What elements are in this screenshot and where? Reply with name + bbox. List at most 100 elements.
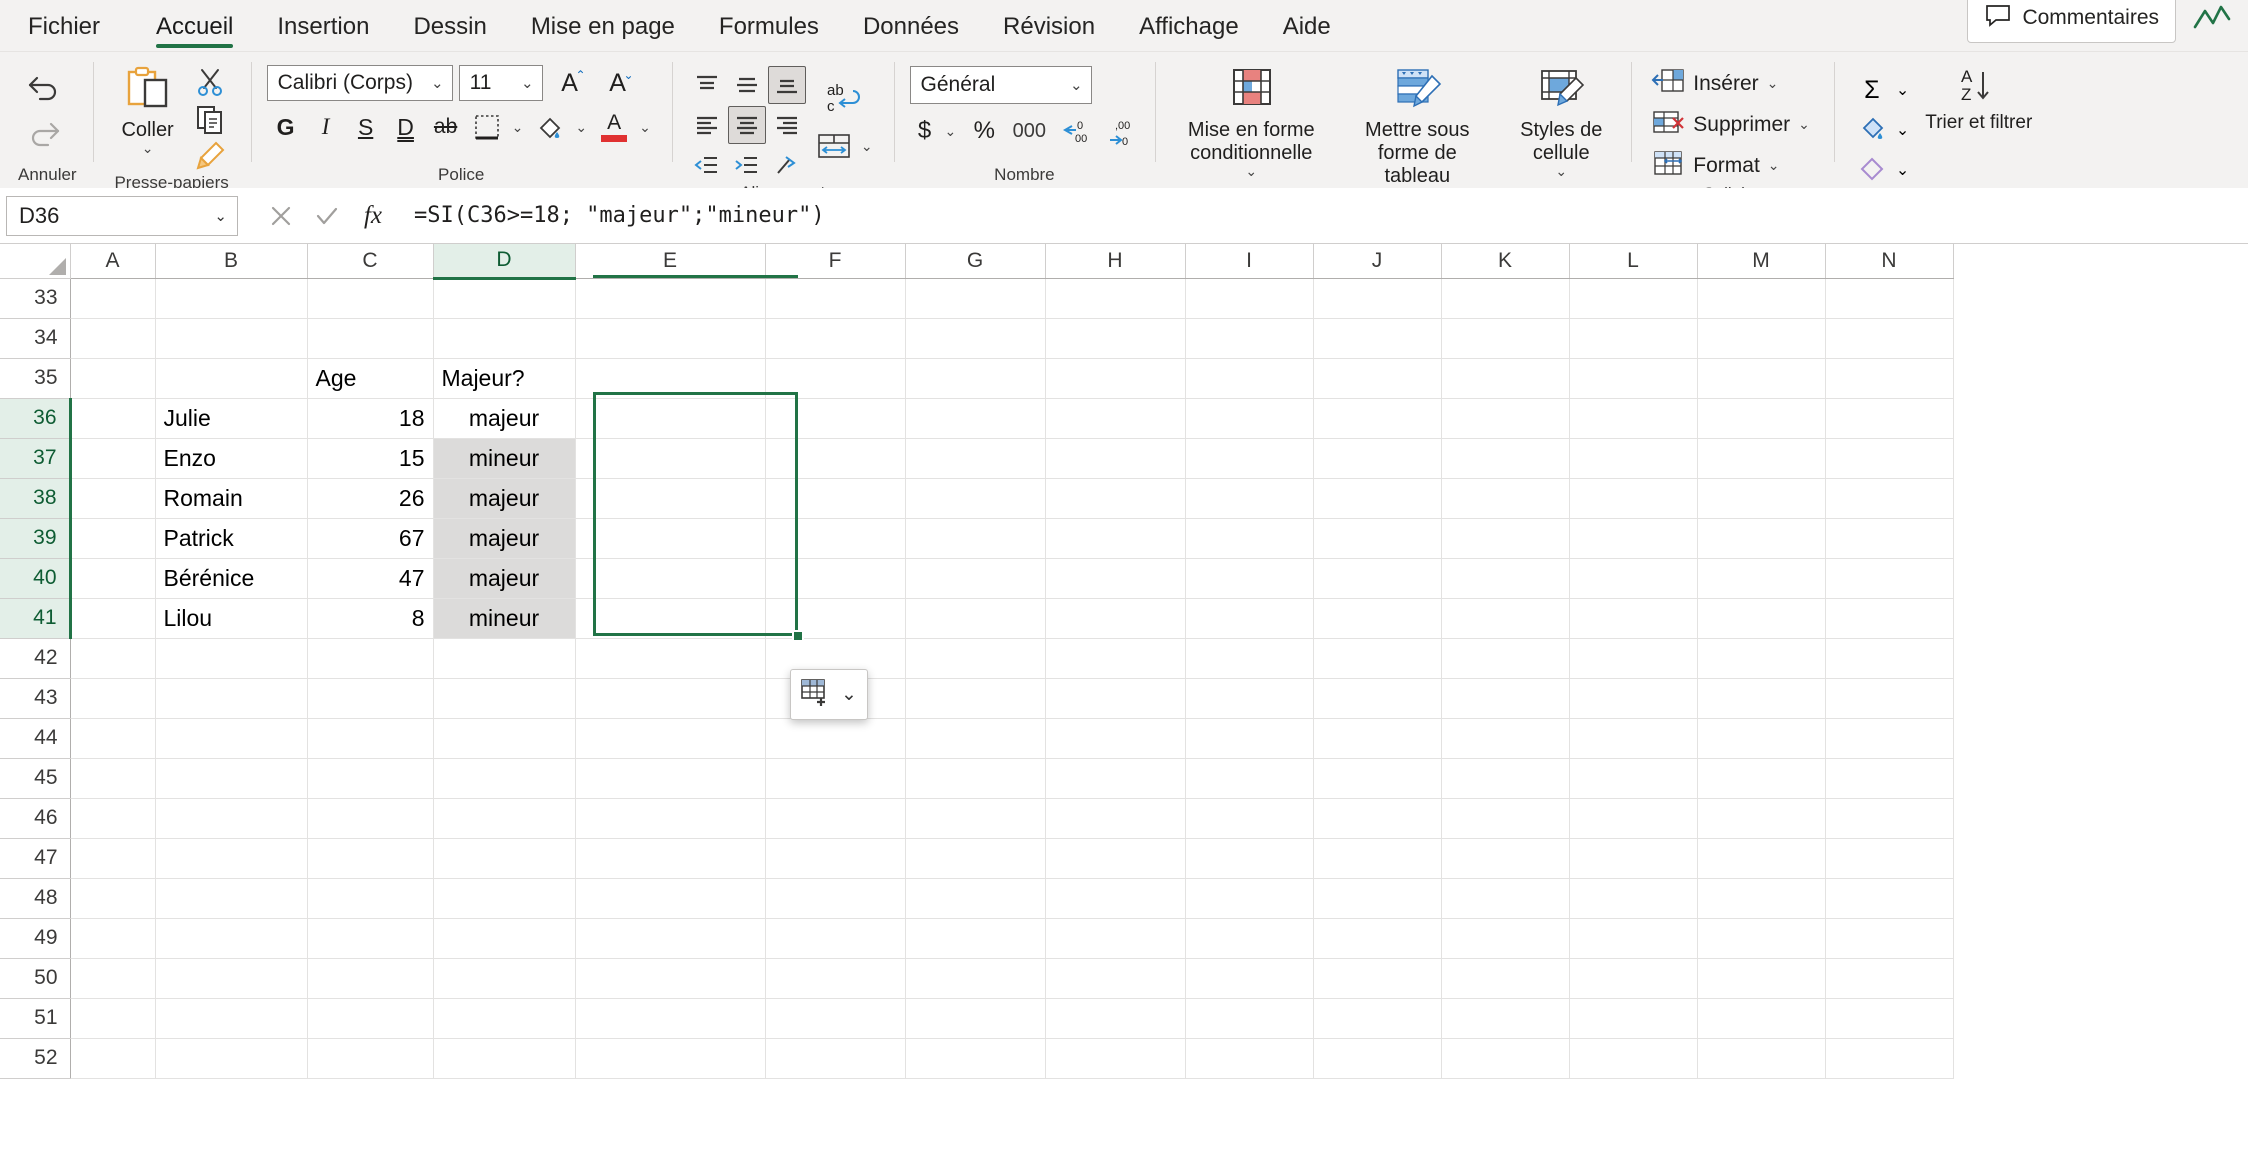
cell-A37[interactable] [70,438,156,479]
cell-L45[interactable] [1569,758,1698,799]
cell-C42[interactable] [307,638,434,679]
cell-H52[interactable] [1045,1038,1186,1079]
cell-N36[interactable] [1825,398,1954,439]
row-header-44[interactable]: 44 [0,718,71,759]
number-format-combobox[interactable]: Général ⌄ [909,66,1092,104]
column-header-K[interactable]: K [1441,244,1570,279]
cell-H35[interactable] [1045,358,1186,399]
cell-M35[interactable] [1697,358,1826,399]
autofill-options-button[interactable]: ⌄ [790,669,868,720]
cell-K50[interactable] [1441,958,1570,999]
cell-F36[interactable] [765,398,906,439]
row-header-39[interactable]: 39 [0,518,72,559]
cell-A45[interactable] [70,758,156,799]
chevron-down-icon[interactable]: ⌄ [1768,157,1780,174]
decrease-font-size-button[interactable]: A ⌄ [597,64,639,102]
cell-B52[interactable] [155,1038,308,1079]
cell-M34[interactable] [1697,318,1826,359]
cell-N40[interactable] [1825,558,1954,599]
format-painter-icon[interactable] [187,138,233,174]
cell-K35[interactable] [1441,358,1570,399]
cell-E45[interactable] [575,758,766,799]
cell-H46[interactable] [1045,798,1186,839]
cell-D36[interactable]: majeur [433,398,576,439]
column-header-H[interactable]: H [1045,244,1186,279]
cell-D44[interactable] [433,718,576,759]
bold-button[interactable]: G [267,109,305,145]
cell-styles-button[interactable]: Styles de cellule ⌄ [1503,62,1619,188]
cell-G37[interactable] [905,438,1046,479]
cell-J39[interactable] [1313,518,1442,559]
cell-I37[interactable] [1185,438,1314,479]
cell-C51[interactable] [307,998,434,1039]
cell-K43[interactable] [1441,678,1570,719]
cell-L34[interactable] [1569,318,1698,359]
column-header-N[interactable]: N [1825,244,1954,279]
cell-B34[interactable] [155,318,308,359]
cell-J41[interactable] [1313,598,1442,639]
cell-H37[interactable] [1045,438,1186,479]
cell-H43[interactable] [1045,678,1186,719]
align-top-icon[interactable] [688,66,726,104]
cell-F39[interactable] [765,518,906,559]
column-header-G[interactable]: G [905,244,1046,279]
cell-G41[interactable] [905,598,1046,639]
cell-F49[interactable] [765,918,906,959]
row-header-52[interactable]: 52 [0,1038,71,1079]
cell-B38[interactable]: Romain [155,478,308,519]
chevron-down-icon[interactable]: ⌄ [841,683,857,706]
cell-N38[interactable] [1825,478,1954,519]
fill-button[interactable]: ⌄ [1850,110,1913,150]
cell-E51[interactable] [575,998,766,1039]
cell-I33[interactable] [1185,278,1314,319]
column-header-I[interactable]: I [1185,244,1314,279]
cell-J40[interactable] [1313,558,1442,599]
cell-C43[interactable] [307,678,434,719]
tab-insertion[interactable]: Insertion [255,15,391,51]
wrap-text-icon[interactable]: ab c [818,76,872,120]
cell-M41[interactable] [1697,598,1826,639]
cell-D38[interactable]: majeur [433,478,576,519]
column-header-L[interactable]: L [1569,244,1698,279]
cell-G40[interactable] [905,558,1046,599]
cell-B46[interactable] [155,798,308,839]
cell-C52[interactable] [307,1038,434,1079]
chevron-down-icon[interactable]: ⌄ [1896,120,1909,140]
format-cells-button[interactable]: Format ⌄ [1647,146,1818,185]
cell-K49[interactable] [1441,918,1570,959]
row-header-50[interactable]: 50 [0,958,71,999]
cell-N43[interactable] [1825,678,1954,719]
select-all-corner[interactable] [0,244,71,279]
cell-E41[interactable] [575,598,766,639]
cell-A35[interactable] [70,358,156,399]
fill-handle[interactable] [792,630,804,642]
row-header-38[interactable]: 38 [0,478,72,519]
comments-button[interactable]: Commentaires [1967,0,2176,43]
cell-H36[interactable] [1045,398,1186,439]
cell-K52[interactable] [1441,1038,1570,1079]
cell-E40[interactable] [575,558,766,599]
cell-N49[interactable] [1825,918,1954,959]
cell-H33[interactable] [1045,278,1186,319]
column-header-A[interactable]: A [70,244,156,279]
cell-L40[interactable] [1569,558,1698,599]
cell-G48[interactable] [905,878,1046,919]
cell-A44[interactable] [70,718,156,759]
cell-F41[interactable] [765,598,906,639]
cell-E47[interactable] [575,838,766,879]
cell-N39[interactable] [1825,518,1954,559]
cell-B36[interactable]: Julie [155,398,308,439]
cell-J51[interactable] [1313,998,1442,1039]
cell-D33[interactable] [433,278,576,319]
align-center-icon[interactable] [727,106,766,144]
format-as-table-button[interactable]: Mettre sous forme de tableau ⌄ [1337,62,1497,188]
cell-N46[interactable] [1825,798,1954,839]
cell-E43[interactable] [575,678,766,719]
cell-A46[interactable] [70,798,156,839]
cell-K38[interactable] [1441,478,1570,519]
cell-A49[interactable] [70,918,156,959]
cell-M44[interactable] [1697,718,1826,759]
cell-D51[interactable] [433,998,576,1039]
cell-H41[interactable] [1045,598,1186,639]
font-name-combobox[interactable]: Calibri (Corps) ⌄ [266,65,453,101]
